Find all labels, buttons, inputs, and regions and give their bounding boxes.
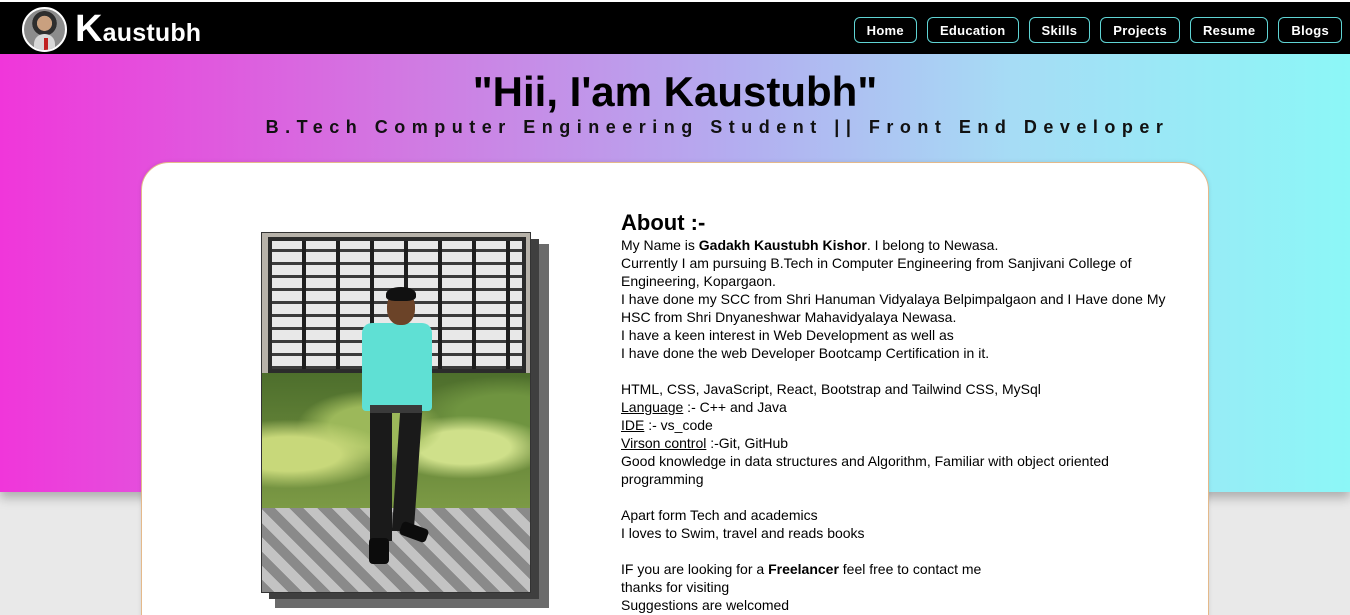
about-knowledge: Good knowledge in data structures and Al… [621, 453, 1109, 487]
about-card: About :- My Name is Gadakh Kaustubh Kish… [141, 162, 1209, 615]
about-language: Language :- C++ and Java [621, 399, 787, 415]
profile-photo-frame [261, 232, 551, 608]
brand[interactable]: Kaustubh [22, 6, 201, 52]
about-intro: My Name is Gadakh Kaustubh Kishor. I bel… [621, 237, 999, 253]
about-thanks: thanks for visiting [621, 579, 730, 595]
nav-menu: Home Education Skills Projects Resume Bl… [853, 17, 1342, 43]
about-apart: Apart form Tech and academics [621, 507, 818, 523]
profile-photo [261, 232, 531, 593]
avatar [22, 6, 67, 52]
nav-education-button[interactable]: Education [926, 17, 1019, 43]
hero-title: "Hii, I'am Kaustubh" [472, 68, 878, 115]
about-pursuing: Currently I am pursuing B.Tech in Comput… [621, 255, 1132, 289]
brand-name: Kaustubh [75, 7, 202, 50]
about-freelance: IF you are looking for a Freelancer feel… [621, 561, 982, 577]
about-suggestions: Suggestions are welcomed [621, 597, 790, 613]
nav-home-button[interactable]: Home [853, 17, 917, 43]
about-interest: I have a keen interest in Web Developmen… [621, 327, 954, 343]
about-hobbies: I loves to Swim, travel and reads books [621, 525, 865, 541]
about-bootcamp: I have done the web Developer Bootcamp C… [621, 345, 990, 361]
nav-projects-button[interactable]: Projects [1100, 17, 1180, 43]
about-schooling: I have done my SCC from Shri Hanuman Vid… [621, 291, 1166, 325]
hero-subtitle: B.Tech Computer Engineering Student || F… [265, 117, 1170, 137]
nav-blogs-button[interactable]: Blogs [1278, 17, 1342, 43]
nav-skills-button[interactable]: Skills [1028, 17, 1091, 43]
navbar: Kaustubh Home Education Skills Projects … [0, 0, 1350, 54]
nav-resume-button[interactable]: Resume [1189, 17, 1269, 43]
about-skills: HTML, CSS, JavaScript, React, Bootstrap … [621, 381, 1041, 397]
about-heading: About :- [621, 210, 706, 235]
about-version-control: Virson control :-Git, GitHub [621, 435, 789, 451]
about-section: About :- My Name is Gadakh Kaustubh Kish… [621, 210, 1191, 614]
about-ide: IDE :- vs_code [621, 417, 713, 433]
